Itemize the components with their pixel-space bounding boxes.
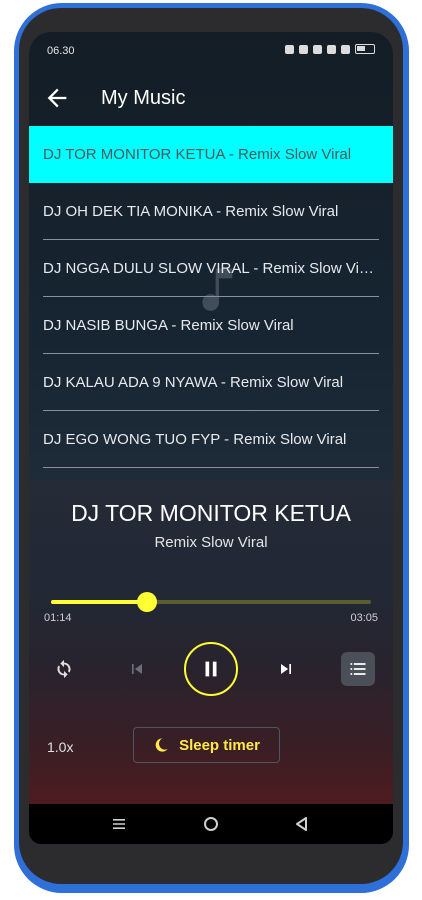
previous-button[interactable] xyxy=(122,654,152,684)
alarm-icon xyxy=(299,44,308,54)
system-nav-bar xyxy=(29,804,393,844)
back-triangle-icon[interactable] xyxy=(291,813,313,835)
skip-previous-icon xyxy=(132,664,142,674)
song-item[interactable]: DJ NGGA DULU SLOW VIRAL - Remix Slow Vir… xyxy=(43,240,379,297)
song-item[interactable]: DJ NASIB BUNGA - Remix Slow Viral xyxy=(43,297,379,354)
now-playing-subtitle: Remix Slow Viral xyxy=(154,534,268,551)
app-bar: My Music xyxy=(29,70,393,126)
current-time: 01:14 xyxy=(44,612,72,624)
progress-fill xyxy=(51,600,147,604)
status-bar: 06.30 xyxy=(29,32,393,68)
song-list: DJ TOR MONITOR KETUA - Remix Slow Viral … xyxy=(29,126,393,468)
song-item[interactable]: DJ EGO WONG TUO FYP - Remix Slow Viral xyxy=(43,411,379,468)
pause-button[interactable] xyxy=(184,642,238,696)
now-playing-title: DJ TOR MONITOR KETUA xyxy=(71,500,351,526)
repeat-button[interactable] xyxy=(49,654,79,684)
repeat-icon xyxy=(57,659,71,679)
song-item[interactable]: DJ TOR MONITOR KETUA - Remix Slow Viral xyxy=(29,126,393,183)
now-playing-panel: DJ TOR MONITOR KETUA Remix Slow Viral 01… xyxy=(29,480,393,805)
sleep-timer-label: Sleep timer xyxy=(179,736,260,754)
mute-icon xyxy=(313,44,322,54)
playback-speed[interactable]: 1.0x xyxy=(47,739,73,755)
song-item[interactable]: DJ OH DEK TIA MONIKA - Remix Slow Viral xyxy=(43,183,379,240)
battery-icon xyxy=(355,44,375,54)
song-item[interactable]: DJ KALAU ADA 9 NYAWA - Remix Slow Viral xyxy=(43,354,379,411)
queue-list-icon xyxy=(350,663,366,675)
moon-icon xyxy=(155,738,168,752)
page-title: My Music xyxy=(101,87,186,109)
next-button[interactable] xyxy=(271,654,301,684)
status-icons xyxy=(285,44,375,54)
signal-icon xyxy=(341,44,350,54)
progress-thumb[interactable] xyxy=(137,592,157,612)
notification-icon xyxy=(285,44,294,54)
progress-bar[interactable] xyxy=(51,592,371,612)
app-screen: 06.30 My Music DJ TOR MONITOR KETUA - Re… xyxy=(29,32,393,844)
recents-icon[interactable] xyxy=(108,813,130,835)
home-icon[interactable] xyxy=(200,813,222,835)
status-time: 06.30 xyxy=(47,45,75,57)
wifi-icon xyxy=(327,44,336,54)
sleep-timer-button[interactable]: Sleep timer xyxy=(133,727,280,763)
pause-icon xyxy=(205,661,217,677)
total-time: 03:05 xyxy=(350,612,378,624)
queue-button[interactable] xyxy=(341,652,375,686)
skip-next-icon xyxy=(281,664,291,674)
arrow-left-icon[interactable] xyxy=(43,84,71,112)
